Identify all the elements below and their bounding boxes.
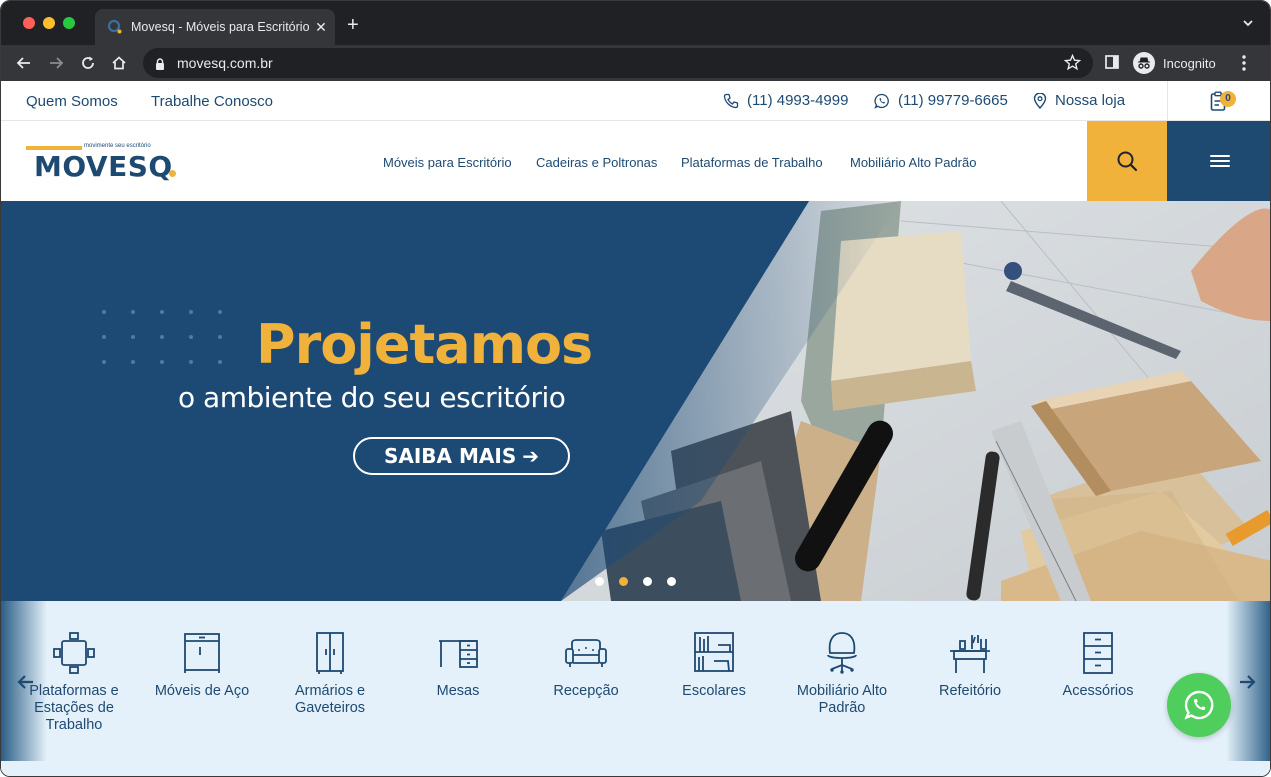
menu-chairs[interactable]: Cadeiras e Poltronas [536,155,657,170]
phone-icon [723,93,739,108]
browser-toolbar: movesq.com.br Incognito [1,45,1270,81]
top-info-bar: Quem Somos Trabalhe Conosco (11) 4993-49… [1,81,1270,121]
movesq-logo[interactable]: movimente seu escritório MOVESQ [26,143,186,183]
category-label: Recepção [553,683,619,699]
decorative-dot-grid [102,310,222,364]
side-panel-icon[interactable] [1104,54,1120,75]
whatsapp-icon [874,93,889,109]
browser-tab[interactable]: Movesq - Móveis para Escritório ✕ [95,9,335,45]
hero-banner: Projetamos o ambiente do seu escritório … [1,201,1270,601]
incognito-profile[interactable]: Incognito [1133,50,1216,76]
whatsapp-float-button[interactable] [1167,673,1231,737]
desk-icon [439,640,478,668]
category-tables[interactable]: Mesas [394,631,522,700]
store-location-link[interactable]: Nossa loja [1033,92,1125,109]
url-text: movesq.com.br [177,55,273,71]
tab-strip: Movesq - Móveis para Escritório ✕ + [1,1,1270,45]
category-label: Armários e Gaveteiros [294,683,366,716]
tab-search-chevron-icon[interactable] [1242,16,1254,34]
carousel-next-arrow-icon[interactable] [1238,673,1256,696]
dining-table-icon [950,635,990,673]
category-label: Mesas [436,683,480,699]
browser-window: Movesq - Móveis para Escritório ✕ + move… [0,0,1271,777]
phone-contact[interactable]: (11) 4993-4999 [723,92,848,109]
arrow-right-icon: ➔ [522,444,539,468]
tab-title: Movesq - Móveis para Escritório [131,20,309,34]
hamburger-icon [1209,155,1230,167]
bookshelf-icon [694,632,734,672]
bookmark-star-icon[interactable] [1063,53,1082,76]
menu-work-platforms[interactable]: Plataformas de Trabalho [681,155,823,170]
movesq-favicon-icon [107,19,123,35]
learn-more-label: SAIBA MAIS [383,444,517,468]
slider-pagination [595,577,691,586]
maximize-window-button[interactable] [63,17,75,29]
logo-wordmark: MOVESQ [34,150,173,183]
category-school[interactable]: Escolares [650,631,778,700]
web-page: Quem Somos Trabalhe Conosco (11) 4993-49… [1,81,1270,776]
category-high-end[interactable]: Mobiliário Alto Padrão [778,631,906,717]
office-chair-icon [827,632,857,674]
reload-icon[interactable] [78,53,98,73]
forward-icon[interactable] [46,53,66,73]
carousel-prev-arrow-icon[interactable] [17,673,35,696]
learn-more-button[interactable]: SAIBA MAIS ➔ [353,437,570,475]
category-label: Mobiliário Alto Padrão [796,683,888,716]
careers-link[interactable]: Trabalhe Conosco [151,93,273,110]
logo-dot [169,170,176,177]
cart-count-badge: 0 [1220,91,1236,107]
hero-title: Projetamos [256,313,593,376]
drawer-unit-icon [1083,632,1113,674]
workstation-icon [53,632,95,674]
menu-office-furniture[interactable]: Móveis para Escritório [383,155,512,170]
back-icon[interactable] [14,53,34,73]
hamburger-menu-button[interactable] [1167,121,1270,201]
tab-close-icon[interactable]: ✕ [313,19,329,36]
incognito-icon [1133,52,1155,74]
category-cafeteria[interactable]: Refeitório [906,631,1034,700]
logo-tagline: movimente seu escritório [84,143,151,149]
lock-icon[interactable] [155,57,165,70]
category-label: Acessórios [1062,683,1134,699]
address-bar[interactable]: movesq.com.br [143,48,1093,78]
about-us-link[interactable]: Quem Somos [26,93,118,110]
slide-dot-4[interactable] [667,577,676,586]
new-tab-button[interactable]: + [347,15,359,35]
slide-dot-2[interactable] [619,577,628,586]
incognito-label: Incognito [1163,55,1216,71]
sofa-icon [565,639,607,667]
search-icon [1117,151,1138,172]
whatsapp-contact[interactable]: (11) 99779-6665 [874,92,1008,109]
category-cabinets[interactable]: Armários e Gaveteiros [266,631,394,717]
wardrobe-icon [316,632,344,674]
hero-subtitle: o ambiente do seu escritório [178,381,566,414]
store-label: Nossa loja [1055,92,1126,109]
whatsapp-number: (11) 99779-6665 [898,92,1008,109]
steel-cabinet-icon [184,633,220,673]
category-steel-furniture[interactable]: Móveis de Aço [138,631,266,700]
category-label: Escolares [682,683,746,699]
slide-dot-1[interactable] [595,577,604,586]
category-label: Móveis de Aço [154,683,250,699]
cart-button[interactable]: 0 [1167,81,1270,121]
slide-dot-3[interactable] [643,577,652,586]
search-button[interactable] [1087,121,1167,201]
category-label: Refeitório [938,683,1002,699]
category-reception[interactable]: Recepção [522,631,650,700]
main-header: movimente seu escritório MOVESQ Móveis p… [1,121,1270,201]
minimize-window-button[interactable] [43,17,55,29]
home-icon[interactable] [109,53,129,73]
category-accessories[interactable]: Acessórios [1034,631,1162,700]
location-pin-icon [1033,92,1047,109]
close-window-button[interactable] [23,17,35,29]
phone-number: (11) 4993-4999 [747,92,849,109]
whatsapp-logo-icon [1184,690,1214,720]
browser-menu-icon[interactable] [1241,54,1247,77]
category-carousel: Plataformas e Estações de Trabalho Móvei… [1,601,1270,776]
menu-high-end-furniture[interactable]: Mobiliário Alto Padrão [850,155,976,170]
